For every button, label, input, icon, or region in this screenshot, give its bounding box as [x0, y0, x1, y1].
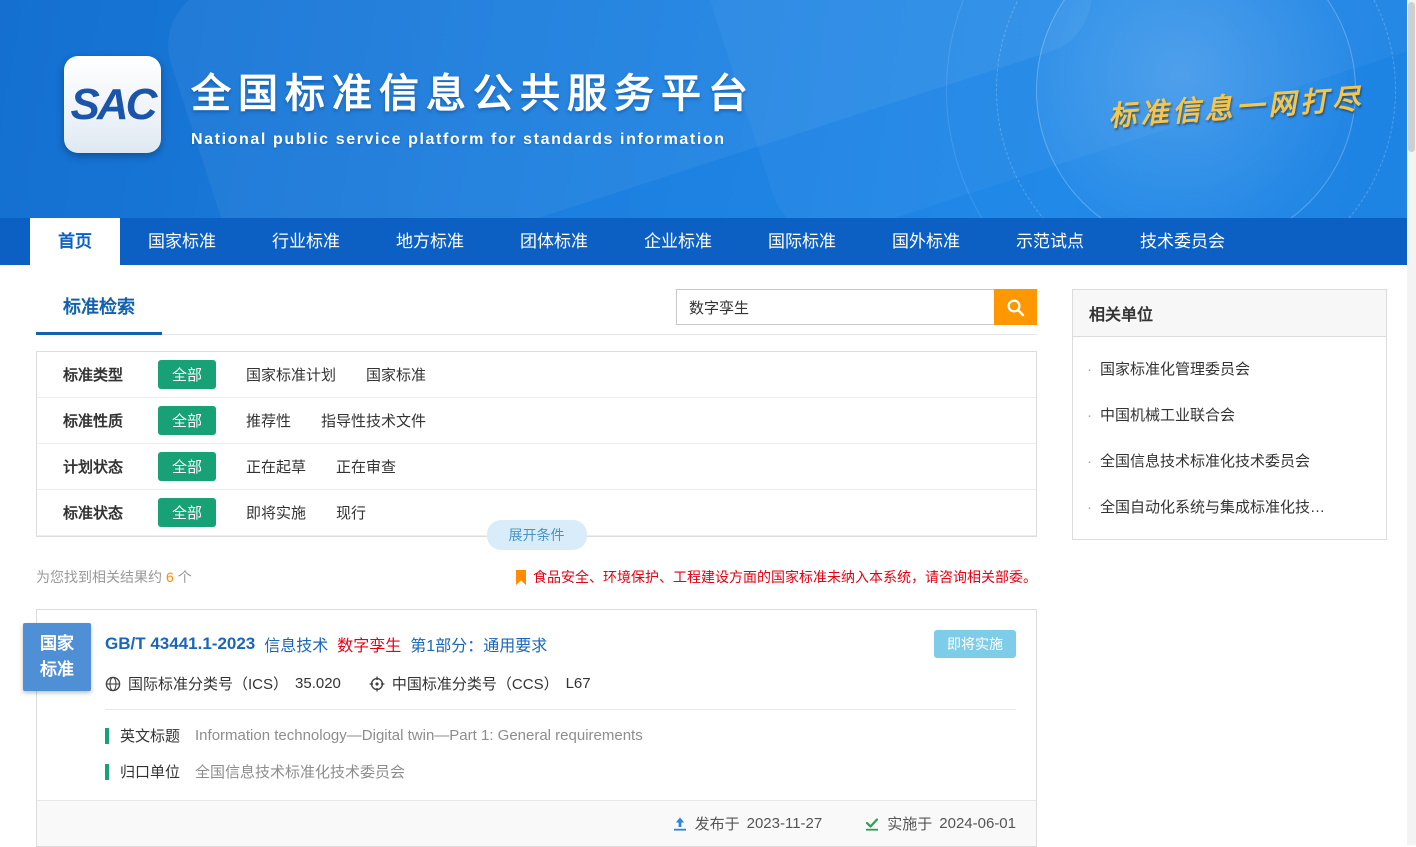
field-accent-bar [105, 728, 109, 744]
status-badge: 即将实施 [934, 630, 1016, 658]
filter-all-button[interactable]: 全部 [158, 498, 216, 527]
implemented-label: 实施于 [887, 813, 932, 834]
filter-option[interactable]: 正在审查 [336, 456, 396, 477]
filter-option[interactable]: 即将实施 [246, 502, 306, 523]
filter-all-button[interactable]: 全部 [158, 360, 216, 389]
globe-icon [105, 676, 121, 692]
card-footer: 发布于 2023-11-27 实施于 2024-06-01 [37, 800, 1036, 846]
field-value: 全国信息技术标准化技术委员会 [195, 761, 405, 782]
nav-item-local-standards[interactable]: 地方标准 [368, 218, 492, 265]
nav-item-international-standards[interactable]: 国际标准 [740, 218, 864, 265]
implemented-date-item: 实施于 2024-06-01 [864, 813, 1016, 834]
nav-item-group-standards[interactable]: 团体标准 [492, 218, 616, 265]
filter-row-standard-type: 标准类型 全部 国家标准计划 国家标准 [37, 352, 1036, 398]
nav-item-foreign-standards[interactable]: 国外标准 [864, 218, 988, 265]
sac-logo[interactable]: SAC [64, 56, 161, 153]
page-scrollbar[interactable] [1407, 0, 1416, 845]
related-units-title: 相关单位 [1073, 290, 1386, 337]
site-header: SAC 全国标准信息公共服务平台 National public service… [0, 0, 1416, 218]
standard-type-badge-text: 国家标准 [38, 631, 76, 684]
ics-label: 国际标准分类号（ICS） [128, 673, 288, 694]
check-icon [864, 816, 880, 832]
nav-item-pilot[interactable]: 示范试点 [988, 218, 1112, 265]
related-units-panel: 相关单位 国家标准化管理委员会 中国机械工业联合会 全国信息技术标准化技术委员会… [1072, 289, 1387, 540]
related-unit-link[interactable]: 全国自动化系统与集成标准化技… [1073, 483, 1386, 529]
filter-row-plan-status: 计划状态 全部 正在起草 正在审查 [37, 444, 1036, 490]
field-value: Information technology—Digital twin—Part… [195, 727, 643, 744]
nav-item-home[interactable]: 首页 [30, 218, 120, 265]
related-unit-link[interactable]: 全国信息技术标准化技术委员会 [1073, 437, 1386, 483]
filter-label: 标准性质 [63, 410, 158, 431]
crosshair-icon [369, 676, 385, 692]
site-title: 全国标准信息公共服务平台 [191, 61, 755, 119]
result-count-suffix: 个 [178, 567, 192, 587]
standard-title-part[interactable]: 信息技术 [264, 632, 328, 656]
filter-label: 计划状态 [63, 456, 158, 477]
expand-conditions-button[interactable]: 展开条件 [487, 520, 587, 550]
search-section-header: 标准检索 [36, 289, 1037, 335]
scrollbar-thumb[interactable] [1408, 2, 1415, 152]
filter-label: 标准状态 [63, 502, 158, 523]
field-committee: 归口单位 全国信息技术标准化技术委员会 [105, 761, 1016, 782]
nav-item-industry-standards[interactable]: 行业标准 [244, 218, 368, 265]
result-count-number: 6 [166, 569, 174, 585]
field-label: 英文标题 [120, 725, 180, 746]
filter-option[interactable]: 推荐性 [246, 410, 291, 431]
system-notice: 食品安全、环境保护、工程建设方面的国家标准未纳入本系统，请咨询相关部委。 [515, 567, 1037, 587]
filter-all-button[interactable]: 全部 [158, 406, 216, 435]
related-unit-link[interactable]: 国家标准化管理委员会 [1073, 345, 1386, 391]
published-label: 发布于 [695, 813, 740, 834]
field-accent-bar [105, 764, 109, 780]
main-nav: 首页 国家标准 行业标准 地方标准 团体标准 企业标准 国际标准 国外标准 示范… [0, 218, 1416, 265]
nav-item-enterprise-standards[interactable]: 企业标准 [616, 218, 740, 265]
standard-code-link[interactable]: GB/T 43441.1-2023 [105, 634, 255, 654]
related-unit-link[interactable]: 中国机械工业联合会 [1073, 391, 1386, 437]
upload-arrow-icon [672, 816, 688, 832]
nav-item-technical-committee[interactable]: 技术委员会 [1112, 218, 1253, 265]
site-subtitle: National public service platform for sta… [191, 131, 755, 149]
field-label: 归口单位 [120, 761, 180, 782]
standard-type-badge: 国家标准 [23, 623, 91, 691]
bookmark-flag-icon [515, 570, 527, 585]
nav-item-national-standards[interactable]: 国家标准 [120, 218, 244, 265]
result-count: 为您找到相关结果约 6 个 [36, 567, 192, 587]
ccs-label: 中国标准分类号（CCS） [392, 673, 559, 694]
published-date-item: 发布于 2023-11-27 [672, 813, 823, 834]
filter-option[interactable]: 国家标准计划 [246, 364, 336, 385]
filter-label: 标准类型 [63, 364, 158, 385]
filter-option[interactable]: 正在起草 [246, 456, 306, 477]
filter-panel: 标准类型 全部 国家标准计划 国家标准 标准性质 全部 推荐性 指导性技术文件 … [36, 351, 1037, 537]
ics-value: 35.020 [295, 675, 341, 692]
ccs-value: L67 [566, 675, 591, 692]
standard-title-part[interactable]: 第1部分：通用要求 [410, 632, 547, 656]
implemented-date: 2024-06-01 [939, 815, 1016, 832]
filter-all-button[interactable]: 全部 [158, 452, 216, 481]
standard-result-card[interactable]: 国家标准 GB/T 43441.1-2023 信息技术 数字孪生 第1部分：通用… [36, 609, 1037, 847]
section-title-standard-search: 标准检索 [36, 293, 162, 335]
result-count-prefix: 为您找到相关结果约 [36, 567, 162, 587]
search-button[interactable] [994, 289, 1037, 325]
standard-title-highlight[interactable]: 数字孪生 [337, 632, 401, 656]
filter-row-standard-nature: 标准性质 全部 推荐性 指导性技术文件 [37, 398, 1036, 444]
published-date: 2023-11-27 [747, 815, 823, 832]
search-input[interactable] [676, 289, 994, 325]
magnifier-icon [1006, 298, 1025, 317]
filter-option[interactable]: 现行 [336, 502, 366, 523]
field-english-title: 英文标题 Information technology—Digital twin… [105, 725, 1016, 746]
filter-option[interactable]: 国家标准 [366, 364, 426, 385]
sac-logo-text: SAC [71, 80, 155, 130]
notice-text: 食品安全、环境保护、工程建设方面的国家标准未纳入本系统，请咨询相关部委。 [533, 567, 1037, 587]
filter-option[interactable]: 指导性技术文件 [321, 410, 426, 431]
